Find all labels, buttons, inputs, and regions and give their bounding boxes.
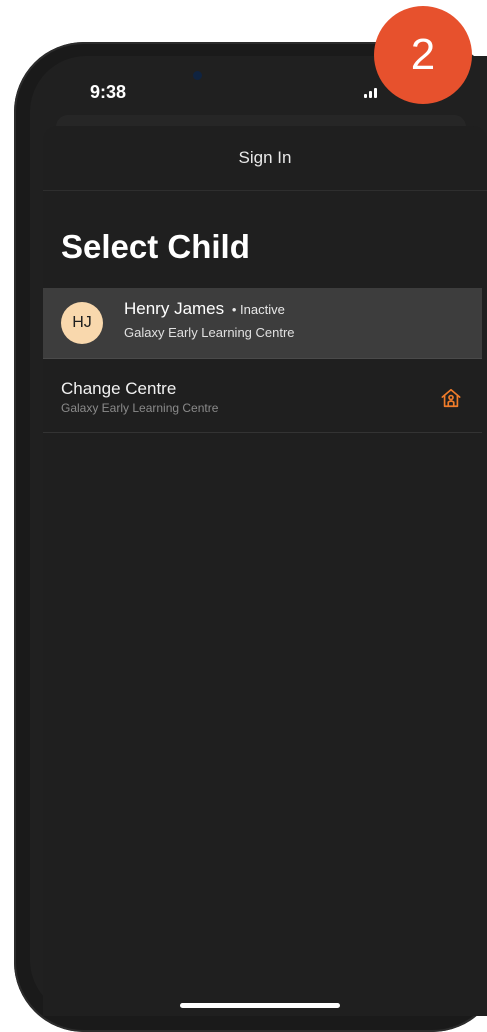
change-centre-title: Change Centre bbox=[61, 379, 177, 398]
home-indicator[interactable] bbox=[180, 1003, 340, 1008]
child-name: Henry James bbox=[124, 299, 225, 318]
page-title: Select Child bbox=[61, 228, 250, 265]
front-camera bbox=[193, 71, 202, 80]
child-list-item[interactable]: HJ Henry James • Inactive Galaxy Early L… bbox=[43, 288, 482, 359]
child-centre-name: Galaxy Early Learning Centre bbox=[124, 325, 295, 340]
child-name-line: Henry James • Inactive bbox=[124, 299, 285, 319]
cellular-signal-icon bbox=[364, 86, 377, 98]
change-centre-row[interactable]: Change Centre Galaxy Early Learning Cent… bbox=[43, 359, 482, 433]
change-centre-subtitle: Galaxy Early Learning Centre bbox=[61, 401, 219, 415]
avatar-initials: HJ bbox=[72, 314, 92, 331]
step-number-badge: 2 bbox=[374, 6, 472, 104]
child-avatar: HJ bbox=[61, 302, 103, 344]
sheet-header: Sign In bbox=[43, 126, 487, 191]
status-time: 9:38 bbox=[90, 82, 127, 102]
home-icon[interactable] bbox=[440, 387, 462, 409]
child-status-badge: • Inactive bbox=[231, 302, 285, 317]
sheet-title: Sign In bbox=[238, 148, 292, 167]
